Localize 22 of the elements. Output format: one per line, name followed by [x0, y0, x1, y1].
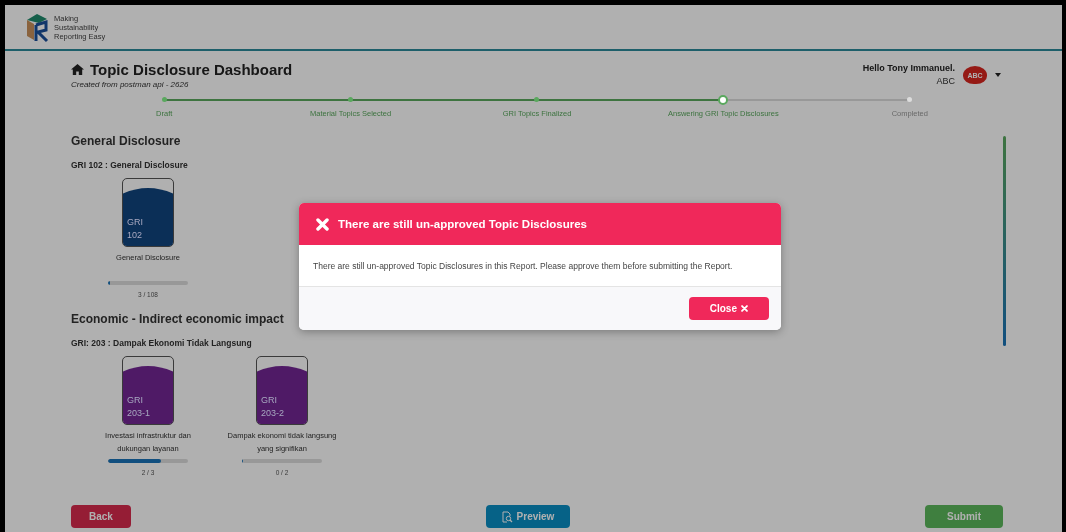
- section-title: General Disclosure: [71, 134, 182, 148]
- section-title: Economic - Indirect economic impact: [71, 312, 285, 326]
- group-title: GRI 102 : General Disclosure: [71, 160, 189, 170]
- back-button[interactable]: Back: [71, 505, 131, 528]
- document-search-icon: [501, 510, 513, 523]
- preview-button[interactable]: Preview: [485, 505, 571, 528]
- close-icon: [316, 217, 329, 231]
- group-title: GRI: 203 : Dampak Ekonomi Tidak Langsung: [71, 338, 253, 348]
- caret-icon[interactable]: [995, 73, 1001, 77]
- submit-button[interactable]: Submit: [925, 505, 1003, 528]
- topic-card[interactable]: GRI 102: [122, 178, 174, 247]
- topic-card[interactable]: GRI 203-1: [122, 356, 174, 425]
- company-name: ABC: [936, 75, 955, 88]
- topic-card[interactable]: GRI 203-2: [256, 356, 308, 425]
- close-button[interactable]: Close: [688, 297, 769, 320]
- home-icon: [71, 64, 84, 75]
- dialog-title: There are still un-approved Topic Disclosures: [338, 218, 588, 230]
- page-subtitle: Created from postman api - 2626: [71, 80, 190, 89]
- user-greeting: Hello Tony Immanuel.: [862, 62, 955, 75]
- scrollbar-thumb[interactable]: [1003, 136, 1006, 346]
- close-icon: [741, 305, 748, 312]
- page-title: Topic Disclosure Dashboard: [90, 61, 293, 78]
